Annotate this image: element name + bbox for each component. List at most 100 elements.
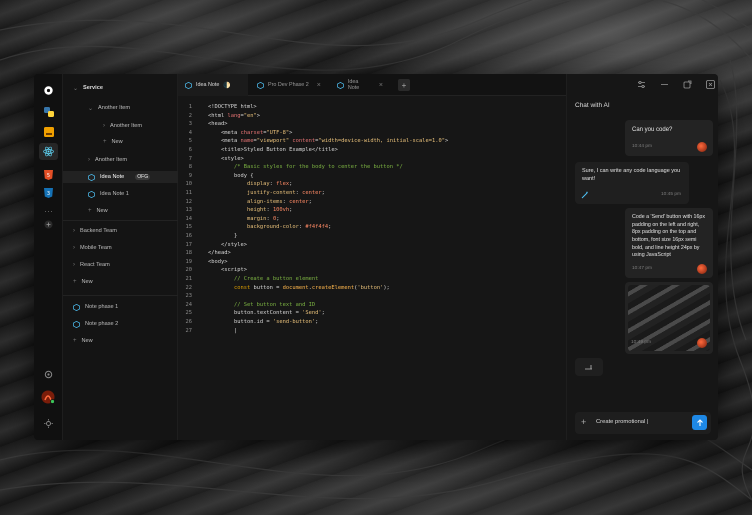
chevron-right-icon: › bbox=[103, 123, 105, 129]
code-text: align-items: center; bbox=[246, 198, 312, 205]
tree-item-another-item-2[interactable]: › Another Item bbox=[88, 154, 127, 166]
cube-icon bbox=[88, 173, 95, 181]
line-number: 13 bbox=[185, 207, 193, 214]
chevron-down-icon: ⌄ bbox=[88, 105, 94, 112]
cursor-icon bbox=[585, 365, 592, 370]
chevron-right-icon: › bbox=[88, 157, 90, 163]
code-text: margin: 0; bbox=[246, 215, 280, 222]
avatar bbox=[697, 264, 707, 274]
divider bbox=[63, 295, 178, 296]
line-number: 4 bbox=[188, 129, 192, 136]
close-icon[interactable]: × bbox=[317, 82, 321, 89]
svg-text:5: 5 bbox=[47, 173, 50, 179]
code-text: button.id = 'send-button'; bbox=[208, 319, 319, 325]
code-text: </head> bbox=[208, 250, 231, 257]
cube-icon bbox=[257, 81, 264, 89]
attach-plus-icon[interactable]: + bbox=[581, 417, 586, 427]
tab-label: Pro Dev Phase 2 bbox=[268, 82, 309, 88]
tree-item-label: New bbox=[96, 208, 108, 214]
tree-item-new-3[interactable]: + New bbox=[73, 276, 93, 288]
message-time: 10:45 pm bbox=[661, 192, 682, 197]
chat-title: Chat with AI bbox=[575, 102, 610, 109]
python-icon[interactable] bbox=[42, 105, 55, 118]
tree-item-idea-note-1[interactable]: Idea Note 1 bbox=[88, 188, 129, 200]
line-number: 25 bbox=[185, 310, 193, 317]
message-time: 10:49 pm bbox=[631, 340, 652, 345]
message-text: Sure, I can write any code language you … bbox=[582, 168, 681, 182]
svg-text:3: 3 bbox=[47, 191, 50, 197]
plus-icon: + bbox=[103, 139, 107, 145]
brightness-icon[interactable] bbox=[42, 417, 55, 430]
code-editor: Idea Note 🌓 Pro Dev Phase 2 × Idea Note … bbox=[178, 74, 566, 440]
popout-icon[interactable] bbox=[683, 80, 692, 91]
tab-idea-note[interactable]: Idea Note 🌓 bbox=[178, 74, 248, 96]
message-text: Code a 'Send' button with 16px padding o… bbox=[632, 214, 705, 259]
react-icon[interactable] bbox=[39, 143, 58, 160]
sliders-icon[interactable] bbox=[637, 80, 646, 91]
tree-item-new-sub[interactable]: + New bbox=[103, 136, 123, 148]
code-text: <script> bbox=[208, 267, 247, 274]
line-number: 18 bbox=[185, 250, 193, 257]
new-tab-button[interactable]: + bbox=[398, 79, 410, 91]
code-text: // Create a button element bbox=[208, 276, 319, 282]
minus-icon[interactable] bbox=[660, 80, 669, 91]
tree-item-new[interactable]: › Another Item bbox=[103, 120, 142, 132]
settings-icon[interactable] bbox=[42, 368, 55, 381]
tree-item-label: New bbox=[81, 338, 93, 344]
divider bbox=[63, 220, 178, 221]
code-text: <head> bbox=[208, 121, 228, 128]
tree-item-react-team[interactable]: › React Team bbox=[73, 259, 110, 271]
tree-item-label: Note phase 2 bbox=[85, 321, 119, 327]
code-text: display: flex; bbox=[246, 181, 293, 188]
chat-message-user: Code a 'Send' button with 16px padding o… bbox=[625, 208, 713, 278]
tab-pro-dev-phase-2[interactable]: Pro Dev Phase 2 × bbox=[250, 74, 328, 96]
user-avatar[interactable] bbox=[41, 390, 55, 404]
chat-panel: Chat with AI Can you code? 10:44 pm Sure… bbox=[566, 74, 718, 440]
tree-item-new-2[interactable]: + New bbox=[88, 205, 108, 217]
tree-item-mobile-team[interactable]: › Mobile Team bbox=[73, 242, 112, 254]
line-number: 7 bbox=[188, 155, 192, 162]
tree-item-new-4[interactable]: + New bbox=[73, 335, 93, 347]
file-tree: ⌄ Service ⌄ Another Item › Another Item … bbox=[63, 74, 178, 440]
tab-idea-note-2[interactable]: Idea Note × bbox=[330, 74, 390, 96]
send-button[interactable] bbox=[692, 415, 707, 430]
chevron-right-icon: › bbox=[73, 245, 75, 251]
tree-item-label: Backend Team bbox=[80, 228, 117, 234]
tree-item-note-phase-1[interactable]: Note phase 1 bbox=[73, 301, 118, 313]
tab-label: Idea Note bbox=[196, 82, 220, 88]
close-panel-icon[interactable] bbox=[706, 80, 715, 91]
message-time: 10:47 pm bbox=[632, 266, 653, 271]
tree-item-another-item[interactable]: ⌄ Another Item bbox=[88, 102, 130, 114]
stack-icon[interactable] bbox=[42, 125, 55, 138]
add-icon[interactable] bbox=[42, 218, 55, 231]
code-line: 27 | bbox=[178, 328, 566, 337]
tree-item-service[interactable]: ⌄ Service bbox=[73, 82, 103, 94]
chat-message-user: Can you code? 10:44 pm bbox=[625, 120, 713, 156]
line-number: 19 bbox=[185, 258, 193, 265]
code-text: <meta charset="UTF-8"> bbox=[208, 129, 293, 136]
unsaved-indicator: 🌓 bbox=[223, 82, 231, 89]
tree-item-idea-note[interactable]: Idea Note OFG bbox=[63, 171, 178, 183]
chat-input[interactable]: Create promotional | bbox=[596, 419, 648, 425]
code-text: /* Basic styles for the body to center t… bbox=[208, 164, 403, 171]
chevron-right-icon: › bbox=[73, 262, 75, 268]
line-number: 21 bbox=[185, 276, 193, 282]
line-number: 6 bbox=[188, 147, 192, 153]
more-icon[interactable]: ··· bbox=[42, 204, 55, 217]
code-text: const button = document.createElement('b… bbox=[233, 284, 390, 291]
tree-item-note-phase-2[interactable]: Note phase 2 bbox=[73, 318, 118, 330]
chat-toolbar bbox=[637, 80, 715, 91]
tab-bar: Idea Note 🌓 Pro Dev Phase 2 × Idea Note … bbox=[178, 74, 566, 96]
html5-icon[interactable]: 5 bbox=[42, 168, 55, 181]
logo-icon[interactable] bbox=[42, 84, 55, 97]
line-number: 17 bbox=[185, 241, 193, 248]
line-number: 20 bbox=[185, 267, 193, 274]
css3-icon[interactable]: 3 bbox=[42, 186, 55, 199]
code-text: | bbox=[208, 327, 238, 334]
tree-item-label: Another Item bbox=[98, 105, 131, 111]
arrow-up-icon bbox=[696, 418, 703, 426]
close-icon[interactable]: × bbox=[379, 82, 383, 89]
typing-indicator bbox=[575, 358, 603, 376]
tree-item-backend-team[interactable]: › Backend Team bbox=[73, 225, 117, 237]
cube-icon bbox=[337, 81, 344, 89]
